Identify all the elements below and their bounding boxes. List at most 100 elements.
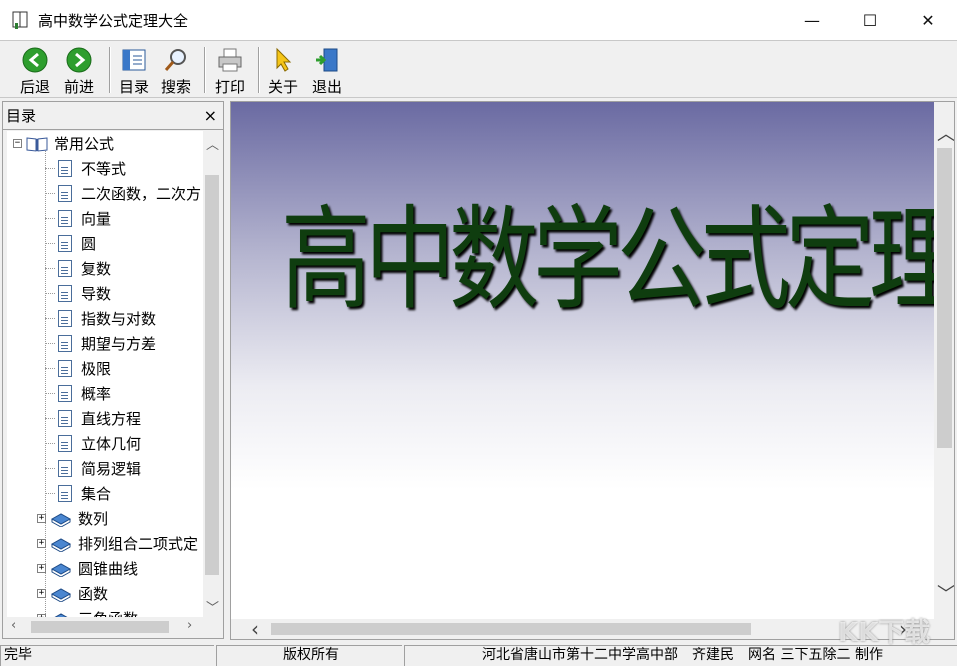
expand-icon[interactable]: + <box>37 514 46 523</box>
tree-node-label: 三角函数 <box>78 608 138 617</box>
tree-leaf-label: 简易逻辑 <box>81 458 141 479</box>
pane-close-icon[interactable]: × <box>204 106 217 125</box>
collapse-icon[interactable]: − <box>13 139 22 148</box>
tree-node-collapsed[interactable]: + 圆锥曲线 <box>37 556 138 581</box>
tree-leaf[interactable]: 直线方程 <box>45 406 141 431</box>
tree-leaf[interactable]: 集合 <box>45 481 111 506</box>
closed-book-icon <box>50 511 72 527</box>
tree-leaf-label: 不等式 <box>81 158 126 179</box>
maximize-button[interactable]: ☐ <box>841 0 899 40</box>
print-button[interactable]: 打印 <box>215 45 245 97</box>
expand-icon[interactable]: + <box>37 564 46 573</box>
tree-leaf[interactable]: 向量 <box>45 206 111 231</box>
document-icon <box>58 485 72 502</box>
tree-horizontal-scrollbar[interactable]: ‹ › <box>7 617 203 637</box>
exit-button[interactable]: 退出 <box>312 45 342 97</box>
scroll-right-icon[interactable]: › <box>187 618 192 633</box>
tree-leaf-label: 导数 <box>81 283 111 304</box>
tree-leaf[interactable]: 圆 <box>45 231 96 256</box>
forward-button[interactable]: 前进 <box>64 45 94 97</box>
tree-leaf[interactable]: 二次函数，二次方 <box>45 181 201 206</box>
scroll-left-icon[interactable]: ‹ <box>251 617 259 640</box>
tree-node-collapsed[interactable]: + 函数 <box>37 581 108 606</box>
about-button[interactable]: 关于 <box>268 45 298 97</box>
tree-leaf[interactable]: 指数与对数 <box>45 306 156 331</box>
tree-node-collapsed[interactable]: + 排列组合二项式定 <box>37 531 198 556</box>
minimize-button[interactable]: — <box>783 0 841 40</box>
document-icon <box>58 410 72 427</box>
tree-leaf-label: 极限 <box>81 358 111 379</box>
document-icon <box>58 460 72 477</box>
scroll-down-icon[interactable]: ﹀ <box>937 580 955 606</box>
document-icon <box>58 310 72 327</box>
tree-node-label: 排列组合二项式定 <box>78 533 198 554</box>
close-button[interactable]: ✕ <box>899 0 957 40</box>
tree-leaf[interactable]: 导数 <box>45 281 111 306</box>
contents-pane: 目录 × − 常用公式 不等式 二次函数，二次方 向量 圆 复数 导数 指数与对… <box>2 101 224 639</box>
tree-node-label: 圆锥曲线 <box>78 558 138 579</box>
forward-label: 前进 <box>64 76 94 97</box>
open-book-icon <box>26 136 48 152</box>
scroll-thumb[interactable] <box>937 148 952 448</box>
search-button[interactable]: 搜索 <box>161 45 191 97</box>
printer-icon <box>216 46 244 74</box>
app-book-icon <box>10 9 32 31</box>
scroll-thumb[interactable] <box>205 175 219 575</box>
scroll-down-icon[interactable]: ﹀ <box>206 597 219 616</box>
toolbar-separator <box>204 47 206 93</box>
tree-leaf-label: 概率 <box>81 383 111 404</box>
tree-leaf-label: 圆 <box>81 233 96 254</box>
tree-node-collapsed[interactable]: +三角函数 <box>37 606 138 617</box>
status-copyright: 版权所有 <box>216 645 402 666</box>
document-icon <box>58 385 72 402</box>
status-text: 完毕 <box>0 645 214 666</box>
tree-leaf-label: 立体几何 <box>81 433 141 454</box>
tree-node-label: 函数 <box>78 583 108 604</box>
tree-leaf-label: 向量 <box>81 208 111 229</box>
expand-icon[interactable]: + <box>37 589 46 598</box>
document-icon <box>58 235 72 252</box>
content-horizontal-scrollbar[interactable]: ‹ › <box>231 619 934 639</box>
title-bar: 高中数学公式定理大全 — ☐ ✕ <box>0 0 957 40</box>
tree-vertical-scrollbar[interactable]: ︿ ﹀ <box>203 131 221 617</box>
contents-button[interactable]: 目录 <box>119 45 149 97</box>
back-button[interactable]: 后退 <box>20 45 50 97</box>
scroll-thumb[interactable] <box>31 621 169 633</box>
tree-leaf-label: 期望与方差 <box>81 333 156 354</box>
pane-header: 目录 × <box>3 102 223 130</box>
forward-arrow-icon <box>65 46 93 74</box>
print-label: 打印 <box>215 76 245 97</box>
document-icon <box>58 335 72 352</box>
content-view: 高中数学公式定理大全 ︿ ﹀ ‹ › <box>230 101 955 640</box>
content-vertical-scrollbar[interactable]: ︿ ﹀ <box>934 102 954 619</box>
document-icon <box>58 185 72 202</box>
tree-leaf[interactable]: 立体几何 <box>45 431 141 456</box>
toolbar-separator <box>109 47 111 93</box>
contents-icon <box>120 46 148 74</box>
tree-leaf[interactable]: 概率 <box>45 381 111 406</box>
tree-leaf-label: 直线方程 <box>81 408 141 429</box>
content-heading: 高中数学公式定理大全 <box>281 186 891 336</box>
scroll-up-icon[interactable]: ︿ <box>206 134 219 153</box>
scroll-left-icon[interactable]: ‹ <box>11 618 16 633</box>
tree-leaf[interactable]: 不等式 <box>45 156 126 181</box>
back-label: 后退 <box>20 76 50 97</box>
toolbar-separator <box>258 47 260 93</box>
about-label: 关于 <box>268 76 298 97</box>
search-icon <box>162 46 190 74</box>
toolbar: 后退 前进 目录 搜索 打印 关于 退出 <box>0 40 957 98</box>
tree-leaf[interactable]: 期望与方差 <box>45 331 156 356</box>
tree-leaf[interactable]: 复数 <box>45 256 111 281</box>
scroll-thumb[interactable] <box>271 623 751 635</box>
content-background: 高中数学公式定理大全 <box>231 102 934 619</box>
tree-leaf-label: 复数 <box>81 258 111 279</box>
document-icon <box>58 360 72 377</box>
tree-node-root[interactable]: − 常用公式 <box>13 131 114 156</box>
scroll-up-icon[interactable]: ︿ <box>937 120 955 146</box>
tree-leaf[interactable]: 极限 <box>45 356 111 381</box>
tree-node-collapsed[interactable]: +数列 <box>37 506 108 531</box>
expand-icon[interactable]: + <box>37 539 46 548</box>
closed-book-icon <box>50 561 72 577</box>
tree-leaf-label: 集合 <box>81 483 111 504</box>
tree-leaf[interactable]: 简易逻辑 <box>45 456 141 481</box>
